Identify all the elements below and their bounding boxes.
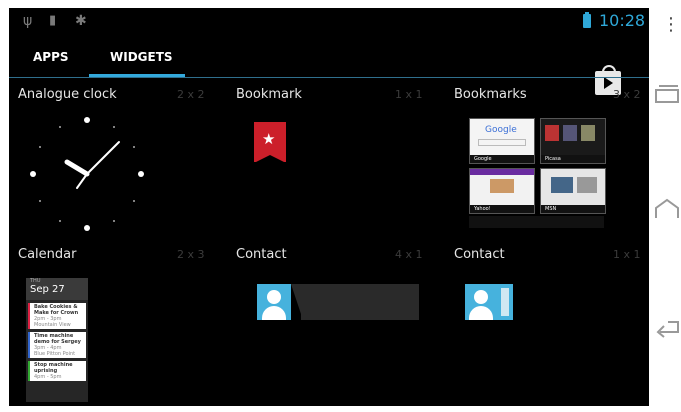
back-icon[interactable] bbox=[654, 318, 680, 338]
thumb-label: MSN bbox=[541, 205, 605, 213]
home-icon[interactable] bbox=[654, 198, 680, 220]
calendar-date: THU Sep 27 bbox=[26, 278, 88, 300]
sd-card-icon: ▮ bbox=[49, 13, 57, 28]
overflow-menu-icon[interactable]: ⋮ bbox=[662, 14, 680, 35]
calendar-event: Time machine demo for Sergey 3pm - 4pm B… bbox=[28, 332, 86, 358]
widget-size: 1 x 1 bbox=[613, 248, 641, 261]
bookmark-thumb-google: Google Google bbox=[469, 118, 535, 164]
widget-size: 2 x 3 bbox=[177, 248, 205, 261]
widget-label: Analogue clock bbox=[18, 87, 117, 102]
bookmark-thumb-yahoo: Yahoo! bbox=[469, 168, 535, 214]
contact-card-icon bbox=[465, 284, 513, 320]
thumb-label: Yahoo! bbox=[470, 205, 534, 213]
thumb-label: Google bbox=[470, 155, 534, 163]
contact-avatar-icon bbox=[257, 284, 291, 320]
analogue-clock-preview bbox=[30, 117, 144, 231]
android-debug-icon: ✱ bbox=[75, 13, 87, 29]
bookmark-star-icon: ★ bbox=[254, 122, 286, 163]
widget-size: 3 x 2 bbox=[613, 88, 641, 101]
widget-picker-screen: ψ ▮ ✱ 10:28 APPS WIDGETS Analogue clock … bbox=[9, 8, 649, 406]
bookmark-thumb-msn: MSN bbox=[540, 168, 606, 214]
status-bar: ψ ▮ ✱ 10:28 bbox=[9, 8, 649, 34]
widget-label: Contact bbox=[236, 247, 287, 262]
tab-widgets[interactable]: WIDGETS bbox=[110, 50, 173, 64]
widget-label: Contact bbox=[454, 247, 505, 262]
battery-icon bbox=[583, 12, 591, 28]
widget-size: 1 x 1 bbox=[395, 88, 423, 101]
calendar-event: Bake Cookies & Make for Crown 2pm - 3pm … bbox=[28, 303, 86, 329]
calendar-preview: THU Sep 27 Bake Cookies & Make for Crown… bbox=[26, 278, 88, 402]
thumb-label: Picasa bbox=[541, 155, 605, 163]
recent-apps-icon[interactable] bbox=[654, 84, 680, 104]
tab-apps[interactable]: APPS bbox=[33, 50, 69, 64]
widget-size: 2 x 2 bbox=[177, 88, 205, 101]
status-time: 10:28 bbox=[599, 11, 646, 30]
widget-size: 4 x 1 bbox=[395, 248, 423, 261]
tab-divider bbox=[9, 77, 649, 78]
bookmarks-more-row bbox=[469, 216, 604, 228]
widget-label: Bookmark bbox=[236, 87, 302, 102]
widget-label: Bookmarks bbox=[454, 87, 527, 102]
tab-bar: APPS WIDGETS bbox=[9, 34, 649, 95]
usb-icon: ψ bbox=[23, 13, 33, 29]
event-time: 4pm - 5pm bbox=[34, 374, 62, 380]
event-title: Time machine demo for Sergey bbox=[34, 333, 81, 345]
contact-bar bbox=[301, 284, 419, 320]
event-place: Blue Pitton Point bbox=[34, 351, 76, 357]
event-place: Mountain View bbox=[34, 322, 71, 328]
calendar-event: Stop machine uprising 4pm - 5pm bbox=[28, 361, 86, 381]
event-title: Bake Cookies & Make for Crown bbox=[34, 304, 79, 316]
event-title: Stop machine uprising bbox=[34, 362, 73, 374]
widget-label: Calendar bbox=[18, 247, 77, 262]
calendar-weekday: THU bbox=[30, 278, 41, 284]
bookmark-thumb-picasa: Picasa bbox=[540, 118, 606, 164]
